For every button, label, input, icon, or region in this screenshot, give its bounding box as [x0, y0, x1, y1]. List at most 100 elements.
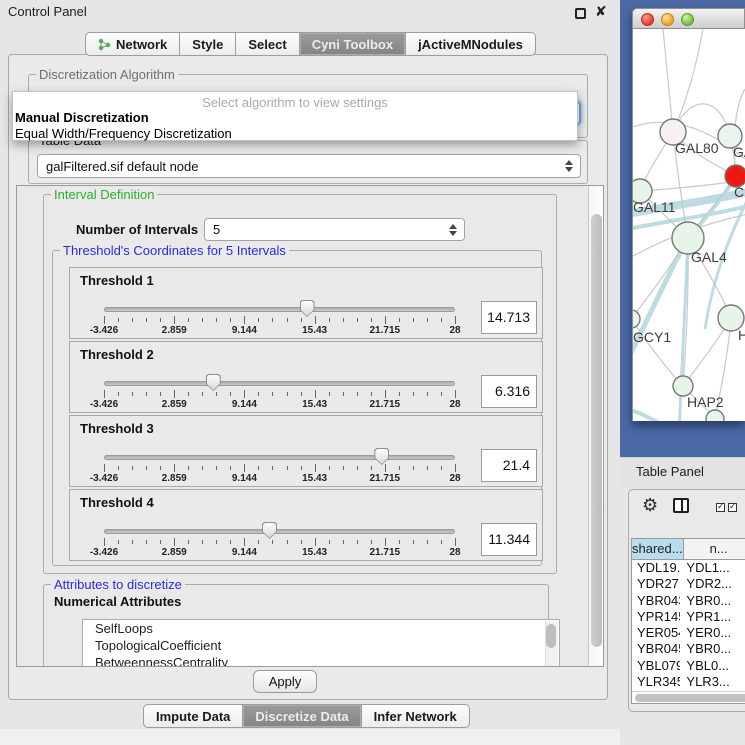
tab-select[interactable]: Select [236, 32, 299, 56]
network-node[interactable] [673, 376, 693, 396]
cell-shared-name[interactable]: YDL19... [632, 560, 680, 576]
threshold-coordinates-title: Threshold's Coordinates for 5 Intervals [60, 243, 289, 258]
slider-handle[interactable] [374, 448, 389, 465]
cell-shared-name[interactable]: YDR27... [632, 576, 680, 592]
horizontal-scrollbar[interactable] [632, 691, 745, 703]
tick-mark [104, 390, 105, 398]
slider-track[interactable] [104, 307, 455, 312]
tick-mark [399, 318, 400, 322]
tick-label: 2.859 [162, 473, 187, 484]
slider-track[interactable] [104, 529, 455, 534]
threshold-4-value-field[interactable]: 11.344 [481, 523, 537, 556]
table-data-combobox[interactable]: galFiltered.sif default node [37, 154, 581, 178]
tab-style[interactable]: Style [180, 32, 236, 56]
close-traffic-light[interactable] [641, 13, 654, 26]
tick-label: 2.859 [162, 399, 187, 410]
tab-discretize-data[interactable]: Discretize Data [243, 704, 361, 728]
tick-mark [258, 318, 259, 322]
table-row[interactable]: YPR145WYPR1... [632, 609, 745, 625]
cell-name[interactable]: YLR3... [680, 674, 745, 690]
tab-impute-data[interactable]: Impute Data [143, 704, 243, 728]
tick-mark [174, 538, 175, 546]
tab-infer-network[interactable]: Infer Network [362, 704, 470, 728]
threshold-2-slider[interactable]: -3.4262.8599.14415.4321.71528 [104, 366, 455, 412]
slider-handle[interactable] [262, 522, 277, 539]
slider-track[interactable] [104, 455, 455, 460]
cell-name[interactable]: YBR0... [680, 641, 745, 657]
cell-name[interactable]: YER0... [680, 625, 745, 641]
threshold-2-value-field[interactable]: 6.316 [481, 375, 537, 408]
dropdown-placeholder-item[interactable]: Select algorithm to view settings [13, 92, 577, 110]
table-row[interactable]: YBL079WYBL0... [632, 658, 745, 674]
tick-mark [441, 392, 442, 396]
number-of-intervals-combobox[interactable]: 5 [204, 218, 465, 241]
cell-shared-name[interactable]: YBL079W [632, 658, 680, 674]
threshold-2-label: Threshold 2 [80, 347, 154, 362]
tick-mark [258, 466, 259, 470]
discretization-algorithm-title: Discretization Algorithm [36, 67, 178, 82]
numerical-attributes-list[interactable]: SelfLoopsTopologicalCoefficientBetweenne… [82, 619, 560, 667]
cell-shared-name[interactable]: YBR045C [632, 641, 680, 657]
slider-handle[interactable] [300, 300, 315, 317]
tick-mark [441, 540, 442, 544]
network-window-titlebar[interactable] [632, 8, 745, 29]
table-row[interactable]: YDL19...YDL1... [632, 560, 745, 576]
close-icon[interactable]: ✘ [595, 3, 607, 20]
network-canvas[interactable]: GAL80GACGAL11GAL4GCY1HHAP2 [632, 29, 745, 421]
number-of-intervals-label: Number of Intervals [76, 222, 198, 237]
attribute-list-item[interactable]: SelfLoops [83, 620, 559, 637]
columns-icon[interactable] [673, 498, 689, 513]
cell-name[interactable]: YPR1... [680, 609, 745, 625]
cell-name[interactable]: YDL1... [680, 560, 745, 576]
threshold-3-value-field[interactable]: 21.4 [481, 449, 537, 482]
table-row[interactable]: YLR345WYLR3... [632, 674, 745, 690]
cell-name[interactable]: YDR2... [680, 576, 745, 592]
checkbox-icon[interactable] [728, 503, 737, 512]
threshold-1-value-field[interactable]: 14.713 [481, 301, 537, 334]
cell-shared-name[interactable]: YER054C [632, 625, 680, 641]
apply-button[interactable]: Apply [253, 670, 317, 693]
cell-shared-name[interactable]: YLR345W [632, 674, 680, 690]
cell-name[interactable]: YBR0... [680, 593, 745, 609]
table-row[interactable]: YBR045CYBR0... [632, 641, 745, 657]
table-row[interactable]: YER054CYER0... [632, 625, 745, 641]
list-scrollbar-thumb[interactable] [546, 624, 556, 648]
float-window-icon[interactable] [575, 8, 586, 19]
network-node[interactable] [633, 310, 640, 328]
dropdown-item-equal-width[interactable]: Equal Width/Frequency Discretization [13, 126, 577, 142]
attribute-list-item[interactable]: BetweennessCentrality [83, 654, 559, 667]
slider-track[interactable] [104, 381, 455, 386]
table-row[interactable]: YDR27...YDR2... [632, 576, 745, 592]
panel-scrollbar[interactable] [588, 186, 603, 667]
gear-icon[interactable]: ⚙ [642, 495, 658, 516]
network-node[interactable] [706, 410, 724, 421]
threshold-3-slider[interactable]: -3.4262.8599.14415.4321.71528 [104, 440, 455, 486]
cell-name[interactable]: YBL0... [680, 658, 745, 674]
tick-mark [160, 466, 161, 470]
cell-shared-name[interactable]: YBR043C [632, 593, 680, 609]
column-header-shared-name[interactable]: shared... [632, 539, 684, 559]
threshold-4-slider[interactable]: -3.4262.8599.14415.4321.71528 [104, 514, 455, 560]
node-table[interactable]: shared... n... YDL19...YDL1...YDR27...YD… [631, 538, 745, 704]
attribute-list-item[interactable]: TopologicalCoefficient [83, 637, 559, 654]
tick-label: 15.43 [302, 325, 327, 336]
tick-mark [301, 466, 302, 470]
horizontal-scrollbar-thumb[interactable] [635, 694, 745, 702]
list-scrollbar[interactable] [545, 621, 558, 667]
tab-cyni-toolbox[interactable]: Cyni Toolbox [300, 32, 406, 56]
minimize-traffic-light[interactable] [661, 13, 674, 26]
tab-network[interactable]: Network [85, 32, 180, 56]
slider-handle[interactable] [206, 374, 221, 391]
column-header-name[interactable]: n... [684, 539, 745, 559]
panel-scrollbar-thumb[interactable] [591, 214, 602, 647]
tick-label: 2.859 [162, 547, 187, 558]
cell-shared-name[interactable]: YPR145W [632, 609, 680, 625]
tab-jactivemnodules[interactable]: jActiveMNodules [406, 32, 536, 56]
table-panel-body: ⚙ shared... n... YDL19...YDL1...YDR27...… [628, 489, 745, 712]
table-row[interactable]: YBR043CYBR0... [632, 593, 745, 609]
dropdown-item-manual[interactable]: Manual Discretization [13, 110, 577, 126]
tick-mark [230, 540, 231, 544]
threshold-1-slider[interactable]: -3.4262.8599.14415.4321.71528 [104, 292, 455, 338]
checkbox-icon[interactable] [716, 503, 725, 512]
zoom-traffic-light[interactable] [681, 13, 694, 26]
